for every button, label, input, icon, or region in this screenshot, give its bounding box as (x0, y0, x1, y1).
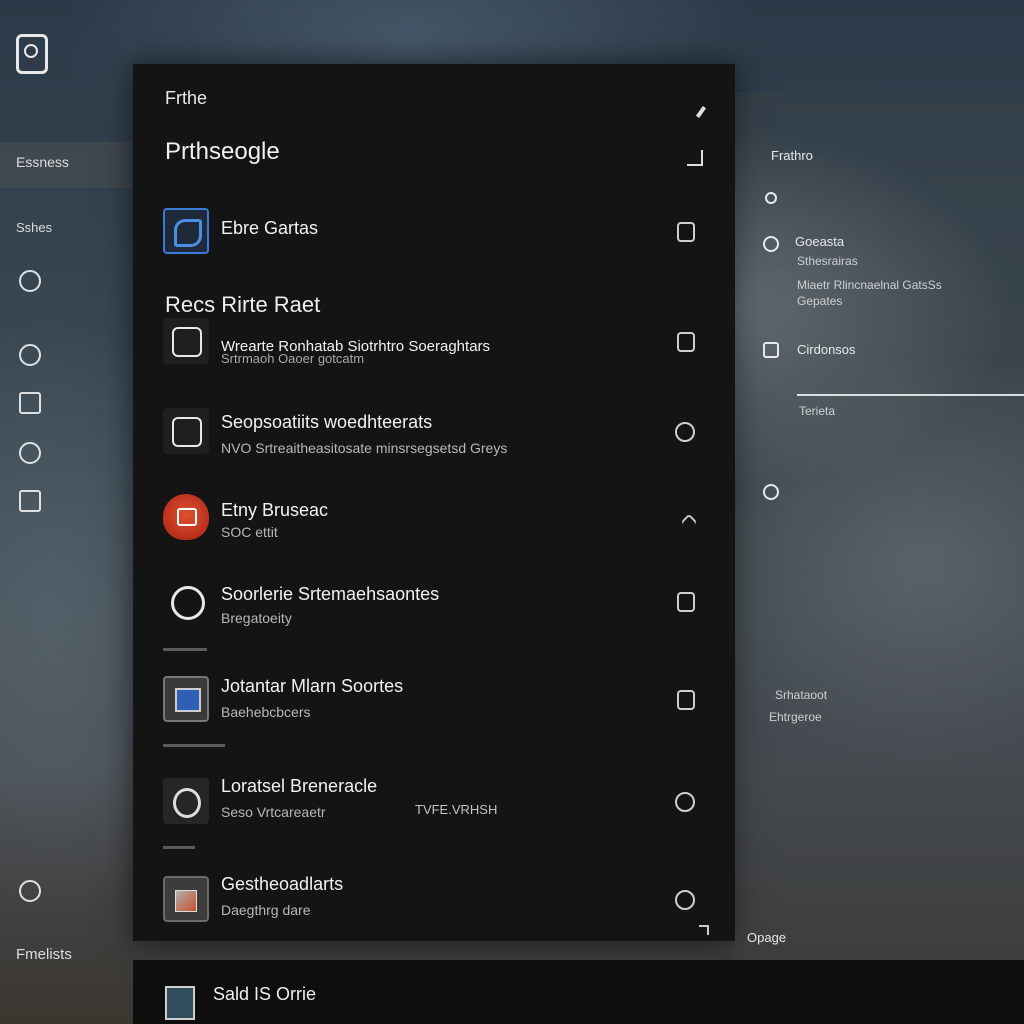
rail-item-label[interactable]: Essness (16, 154, 69, 170)
list-item-subtitle: Daegthrg dare (221, 902, 311, 918)
heart-app-icon (163, 494, 209, 540)
target-icon (163, 778, 209, 824)
collapse-icon[interactable] (687, 150, 703, 166)
toggle-icon[interactable] (675, 422, 695, 442)
settings-icon[interactable] (19, 880, 41, 902)
folder-icon (163, 876, 209, 922)
list-item-title: Loratsel Breneracle (221, 776, 378, 796)
app-logo-icon[interactable] (16, 34, 48, 74)
left-rail: Essness Sshes Fmelists (0, 0, 132, 1024)
right-lower-line-2: Ehtrgeroe (769, 710, 822, 724)
list-item-subtitle: Srtrmaoh Oaoer gotcatm (221, 351, 365, 366)
list-item-extra: TVFE.VRHSH (415, 802, 498, 817)
panel-heading: Prthseogle (165, 138, 280, 165)
group-description-2: Gepates (797, 294, 843, 308)
status-icon[interactable] (675, 890, 695, 910)
divider (163, 846, 195, 849)
pen-icon[interactable] (695, 105, 707, 119)
group-description: Miaetr Rlincnaelnal GatsSs (797, 278, 942, 292)
group-icon (763, 236, 779, 252)
location-pin-icon[interactable] (19, 270, 41, 292)
list-item-title: Seopsoatiits woedhteerats (221, 412, 433, 432)
right-pane-header: Frathro (771, 148, 813, 163)
share-icon (163, 408, 209, 454)
chat-icon (763, 342, 779, 358)
status-icon[interactable] (675, 792, 695, 812)
right-pane-footer[interactable]: Opage (747, 930, 786, 945)
list-item-subtitle: Seso Vrtcareaetr (221, 804, 326, 820)
list-item-title: Ebre Gartas (221, 218, 319, 238)
open-icon[interactable] (677, 222, 695, 242)
globe-icon[interactable] (19, 442, 41, 464)
list-item-title: Etny Bruseac (221, 500, 329, 520)
open-icon[interactable] (677, 592, 695, 612)
right-item-subtitle: Terieta (799, 404, 836, 418)
rail-sub-label[interactable]: Sshes (16, 220, 52, 235)
bottom-bar: Sald IS Orrie (133, 960, 1024, 1024)
list-item[interactable]: Jotantar Mlarn Soortes Baehebcbcers (163, 676, 703, 736)
open-icon[interactable] (677, 690, 695, 710)
list-item[interactable]: Etny Bruseac SOC ettit (163, 494, 703, 554)
filter-icon[interactable] (765, 192, 777, 204)
group-title[interactable]: Goeasta (795, 234, 844, 249)
list-item-subtitle: SOC ettit (221, 524, 278, 540)
right-lower-line-1: Srhataoot (775, 688, 828, 702)
list-item-subtitle: NVO Srtreaitheasitosate minsrsegsetsd Gr… (221, 440, 508, 456)
input-underline[interactable] (797, 394, 1024, 396)
list-item[interactable]: Wrearte Ronhatab Siotrhtro Soeraghtars S… (163, 318, 703, 378)
image-icon[interactable] (19, 490, 41, 512)
document-icon[interactable] (19, 392, 41, 414)
cloud-icon[interactable] (19, 344, 41, 366)
list-item-subtitle: Baehebcbcers (221, 704, 311, 720)
list-item[interactable]: Seopsoatiits woedhteerats NVO Srtreaithe… (163, 408, 703, 468)
rail-bottom-label[interactable]: Fmelists (16, 946, 72, 963)
list-item-subtitle: Bregatoeity (221, 610, 292, 626)
open-icon[interactable] (677, 332, 695, 352)
app-icon[interactable] (165, 986, 195, 1020)
cloud-icon[interactable] (763, 484, 779, 500)
list-item[interactable]: Soorlerie Srtemaehsaontes Bregatoeity (163, 578, 703, 638)
resize-icon[interactable] (699, 925, 709, 935)
panel-title: Frthe (165, 88, 208, 108)
list-item[interactable]: Gestheoadlarts Daegthrg dare (163, 874, 703, 936)
app-icon (163, 208, 209, 254)
divider (163, 648, 207, 651)
list-item[interactable]: Ebre Gartas (163, 208, 703, 268)
right-item-title[interactable]: Cirdonsos (797, 342, 856, 357)
main-panel: Frthe Prthseogle Ebre Gartas Recs Rirte … (133, 64, 735, 941)
list-item[interactable]: Loratsel Breneracle Seso Vrtcareaetr TVF… (163, 776, 703, 838)
divider (163, 744, 225, 747)
photo-icon (163, 676, 209, 722)
chevron-up-icon[interactable] (680, 513, 698, 531)
bottom-bar-label[interactable]: Sald IS Orrie (213, 984, 316, 1005)
section-label: Recs Rirte Raet (165, 292, 321, 317)
list-item-title: Soorlerie Srtemaehsaontes (221, 584, 440, 604)
group-subtitle: Sthesrairas (797, 254, 858, 268)
gear-icon (163, 318, 209, 364)
right-pane: Frathro Goeasta Sthesrairas Miaetr Rlinc… (735, 92, 1024, 962)
list-item-title: Gestheoadlarts (221, 874, 344, 894)
list-item-title: Jotantar Mlarn Soortes (221, 676, 404, 696)
sync-icon (163, 578, 209, 624)
